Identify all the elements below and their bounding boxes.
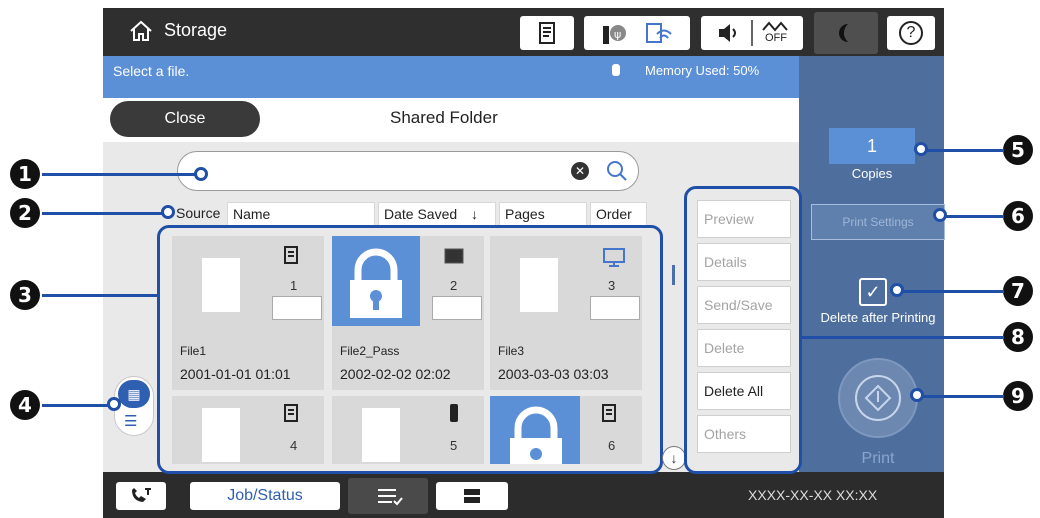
copies-label: Copies xyxy=(851,166,893,181)
callout-dot xyxy=(914,142,928,156)
volume-icon xyxy=(719,24,736,42)
date-time: XXXX-XX-XX XX:XX xyxy=(748,487,878,503)
callout-dot xyxy=(933,208,947,222)
clear-icon[interactable]: ✕ xyxy=(571,162,589,180)
callout-line xyxy=(918,395,1004,398)
callout-line xyxy=(944,215,1004,218)
status-group-ink-wifi[interactable]: ψ xyxy=(584,16,690,50)
callout-line xyxy=(922,149,1004,152)
quiet-off-icon: OFF xyxy=(761,20,789,46)
column-pages[interactable]: Pages xyxy=(499,202,587,226)
paper-setting-icon[interactable] xyxy=(520,16,574,50)
job-status-button[interactable]: Job/Status xyxy=(190,482,340,510)
column-name[interactable]: Name xyxy=(227,202,375,226)
svg-text:ψ: ψ xyxy=(614,28,621,41)
copies-input[interactable]: 1 xyxy=(829,128,915,164)
callout-8: 8 xyxy=(1003,322,1033,352)
print-label: Print xyxy=(861,450,895,467)
scroll-down-button[interactable]: ↓ xyxy=(662,446,686,470)
callout-line xyxy=(42,294,160,297)
job-list-button[interactable] xyxy=(348,478,428,514)
callout-5: 5 xyxy=(1003,135,1033,165)
callout-dot xyxy=(161,205,175,219)
help-button[interactable]: ? xyxy=(887,16,935,50)
column-order[interactable]: Order xyxy=(590,202,647,226)
delete-after-printing-label: Delete after Printing xyxy=(820,310,936,325)
fax-icon[interactable] xyxy=(116,482,166,510)
sort-down-icon: ↓ xyxy=(471,206,478,222)
callout-6: 6 xyxy=(1003,201,1033,231)
thumbnail-area-highlight xyxy=(157,225,663,474)
callout-line xyxy=(898,290,1004,293)
app-title: Storage xyxy=(164,20,228,40)
status-group-sound[interactable]: OFF xyxy=(701,16,803,50)
search-icon[interactable] xyxy=(606,160,628,182)
callout-dot xyxy=(910,388,924,402)
device-status-icon[interactable] xyxy=(436,482,508,510)
delete-after-printing-checkbox[interactable]: ✓ xyxy=(859,278,887,306)
callout-line xyxy=(802,336,1004,339)
start-icon xyxy=(855,375,901,421)
column-source[interactable]: Source xyxy=(176,205,220,221)
callout-line xyxy=(42,212,170,215)
column-date-saved[interactable]: Date Saved ↓ xyxy=(378,202,496,226)
callout-1: 1 xyxy=(10,159,40,189)
job-list-icon xyxy=(378,489,403,506)
callout-9: 9 xyxy=(1003,381,1033,411)
callout-line xyxy=(42,404,116,407)
quiet-off-label: OFF xyxy=(765,32,787,44)
memory-used: Memory Used: 50% xyxy=(645,63,760,78)
column-date-saved-label: Date Saved xyxy=(384,206,458,222)
night-mode-button[interactable] xyxy=(814,12,878,54)
folder-title: Shared Folder xyxy=(390,108,498,127)
print-button[interactable] xyxy=(838,358,918,438)
list-view-icon[interactable]: ☰ xyxy=(124,412,137,430)
night-mode-icon xyxy=(838,24,848,42)
scrollbar-thumb[interactable] xyxy=(672,265,675,285)
callout-dot xyxy=(194,167,208,181)
print-settings-button[interactable]: Print Settings xyxy=(811,204,945,240)
callout-7: 7 xyxy=(1003,276,1033,306)
callout-2: 2 xyxy=(10,198,40,228)
ink-icon: ψ xyxy=(603,25,626,44)
grid-view-icon[interactable]: ▦ xyxy=(118,380,150,408)
search-input[interactable] xyxy=(177,151,639,191)
help-icon: ? xyxy=(899,21,923,45)
status-message: Select a file. xyxy=(113,63,190,79)
action-buttons-highlight xyxy=(684,186,802,474)
close-button[interactable]: Close xyxy=(110,101,260,137)
callout-dot xyxy=(107,397,121,411)
memory-icon xyxy=(612,64,620,76)
callout-dot xyxy=(890,283,904,297)
callout-line xyxy=(42,173,202,176)
figure-page: Storage ψ OFF ? Select a file. Memory Us… xyxy=(0,0,1040,518)
callout-4: 4 xyxy=(10,390,40,420)
callout-3: 3 xyxy=(10,280,40,310)
wifi-icon xyxy=(646,23,672,43)
home-icon[interactable] xyxy=(128,19,154,43)
